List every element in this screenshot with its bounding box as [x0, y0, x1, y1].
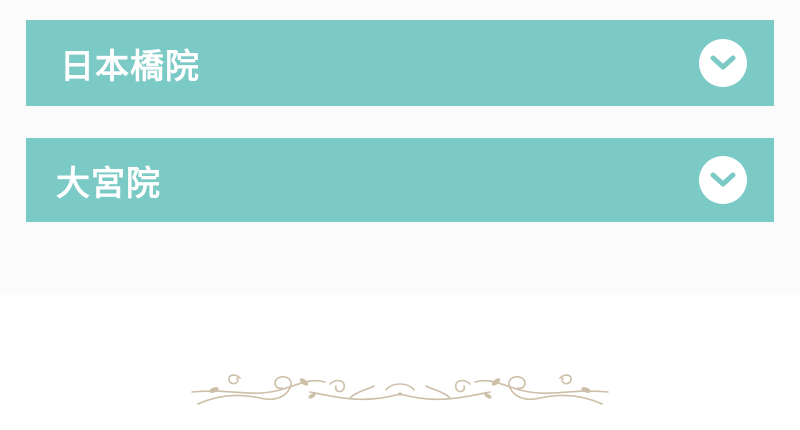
accordion-label-nihonbashi: 日本橋院 [60, 46, 200, 87]
accordion-label-omiya: 大宮院 [56, 163, 161, 204]
clinic-list-section: 日本橋院 大宮院 [0, 0, 800, 295]
chevron-down-icon[interactable] [699, 156, 747, 204]
ornament-divider-icon [191, 374, 609, 405]
accordion-omiya[interactable]: 大宮院 [26, 138, 774, 222]
chevron-down-icon[interactable] [699, 39, 747, 87]
accordion-nihonbashi[interactable]: 日本橋院 [26, 20, 774, 106]
